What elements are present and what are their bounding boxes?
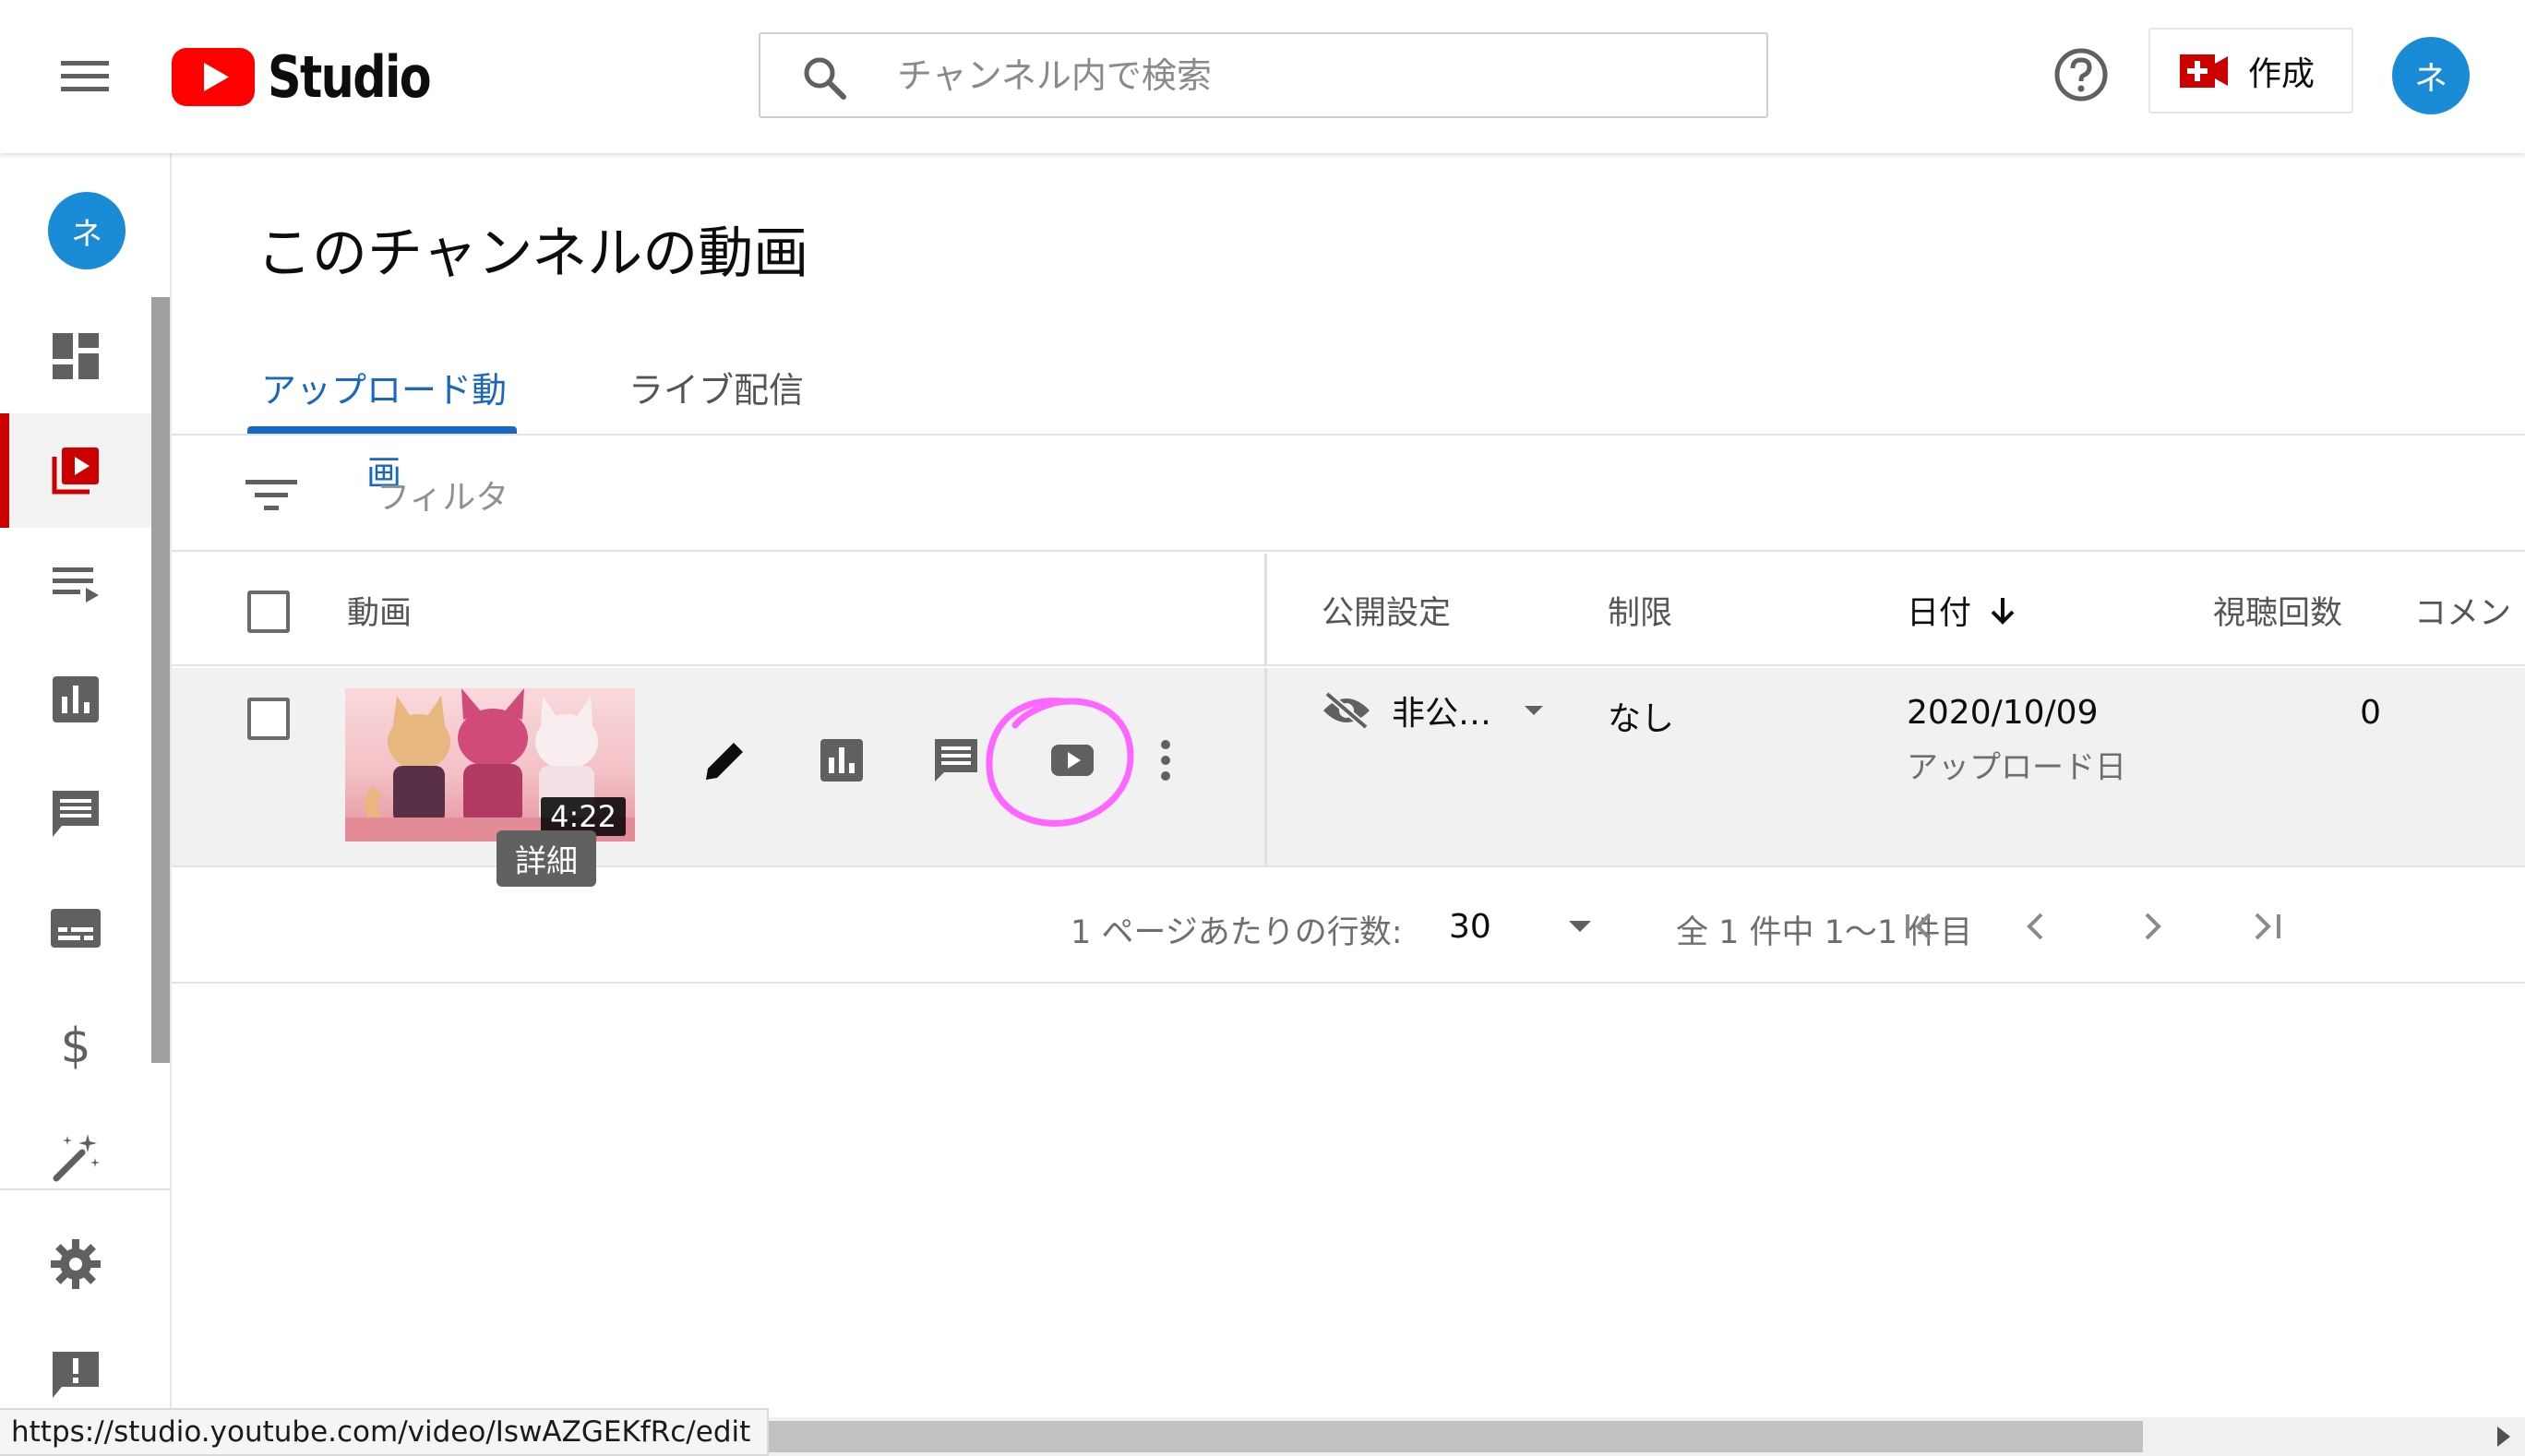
row-checkbox[interactable] (247, 698, 290, 740)
column-header-comments[interactable]: コメン (2414, 587, 2511, 634)
tooltip-text: 詳細 (515, 843, 578, 880)
rows-per-page-value: 30 (1449, 907, 1491, 946)
youtube-studio-logo[interactable]: Studio (172, 42, 466, 111)
video-library-icon (52, 448, 99, 495)
arrow-down-icon (1991, 597, 2015, 625)
create-label: 作成 (2248, 54, 2316, 93)
analytics-icon (53, 676, 99, 722)
visibility-dropdown[interactable]: 非公… (1322, 686, 1545, 734)
column-header-date[interactable]: 日付 (1907, 587, 2019, 634)
comment-icon (935, 739, 977, 782)
page-title: このチャンネルの動画 (257, 221, 809, 286)
sidebar-item-dashboard[interactable] (0, 299, 151, 413)
create-video-icon (2180, 54, 2228, 88)
create-button[interactable]: 作成 (2148, 28, 2353, 113)
playlist-icon (53, 567, 99, 603)
help-icon (2054, 48, 2108, 101)
sidebar-item-analytics[interactable] (0, 642, 151, 757)
analytics-button[interactable] (805, 723, 879, 797)
column-divider (1264, 668, 1267, 867)
sidebar-item-playlists[interactable] (0, 528, 151, 642)
comment-icon (53, 791, 99, 837)
prev-page-button[interactable] (2006, 897, 2065, 956)
date-header-label: 日付 (1907, 595, 1972, 632)
visibility-off-icon (1323, 692, 1370, 729)
active-tab-indicator (247, 426, 517, 434)
chevron-left-icon (2027, 913, 2043, 940)
tab-live[interactable]: ライブ配信 (615, 349, 818, 432)
feedback-icon (53, 1352, 99, 1398)
analytics-icon (820, 739, 863, 782)
filter-icon[interactable] (245, 472, 297, 519)
first-page-button[interactable] (1890, 897, 1949, 956)
next-page-button[interactable] (2123, 897, 2182, 956)
last-page-icon (2255, 913, 2280, 940)
search-icon (804, 57, 846, 100)
dollar-icon: $ (60, 1019, 90, 1069)
chevron-right-icon (2145, 913, 2161, 940)
logo-text: Studio (268, 42, 432, 111)
help-button[interactable] (2052, 46, 2110, 103)
date-value: 2020/10/09 (1907, 694, 2099, 732)
column-header-video: 動画 (347, 595, 413, 632)
video-thumbnail[interactable]: 4:22 (345, 688, 635, 841)
svg-text:$: $ (60, 1019, 90, 1069)
column-header-views[interactable]: 視聴回数 (2213, 587, 2342, 634)
tab-uploads[interactable]: アップロード動画 (247, 349, 521, 494)
status-bar-url: https://studio.youtube.com/video/IswAZGE… (0, 1408, 770, 1456)
sidebar-scrollbar[interactable] (151, 297, 170, 1063)
column-header-restrictions[interactable]: 制限 (1608, 587, 1672, 634)
sidebar-item-monetization[interactable]: $ (0, 985, 151, 1100)
column-divider (1264, 554, 1267, 666)
filter-placeholder: フィルタ (377, 479, 509, 517)
details-tooltip: 詳細 (497, 830, 596, 887)
last-page-button[interactable] (2237, 897, 2296, 956)
hamburger-menu-button[interactable] (48, 46, 122, 107)
account-avatar[interactable]: ネ (2392, 37, 2470, 114)
table-header-row: 動画 公開設定 制限 日付 視聴回数 コメン (172, 554, 2525, 666)
channel-search-box[interactable]: チャンネル内で検索 (759, 32, 1768, 118)
youtube-logo-icon (172, 47, 255, 106)
visibility-value: 非公… (1392, 695, 1492, 733)
column-header-visibility[interactable]: 公開設定 (1322, 587, 1451, 634)
sidebar-item-subtitles[interactable] (0, 871, 151, 985)
dashboard-icon (53, 333, 99, 379)
scroll-right-arrow-icon[interactable] (2494, 1425, 2514, 1449)
gear-icon (51, 1239, 101, 1289)
top-app-bar: Studio チャンネル内で検索 作成 ネ (0, 0, 2525, 153)
filter-bar[interactable]: フィルタ (172, 436, 2525, 552)
channel-avatar[interactable]: ネ (48, 192, 126, 269)
pencil-icon (706, 743, 743, 780)
details-button[interactable] (688, 723, 762, 797)
sidebar-item-customization[interactable] (0, 1100, 151, 1214)
left-nav-sidebar: ネ $ (0, 153, 172, 1417)
more-vert-icon (1161, 740, 1170, 781)
rows-per-page-label: 1 ページあたりの行数: (1071, 914, 1403, 951)
main-content: このチャンネルの動画 アップロード動画 ライブ配信 フィルタ 動画 公開設定 制… (172, 153, 2525, 1417)
sidebar-item-comments[interactable] (0, 757, 151, 871)
magic-wand-icon (53, 1134, 100, 1182)
date-subtext: アップロード日 (1907, 749, 2126, 786)
restrictions-value: なし (1608, 700, 1675, 738)
sidebar-item-content[interactable] (0, 413, 151, 528)
first-page-icon (1906, 913, 1932, 940)
sidebar-divider (0, 1188, 170, 1190)
search-placeholder: チャンネル内で検索 (897, 55, 1212, 96)
horizontal-scrollbar-thumb[interactable] (692, 1421, 2143, 1452)
dropdown-arrow-icon (1568, 921, 1591, 932)
dropdown-arrow-icon (1525, 706, 1544, 715)
hamburger-menu-icon (61, 61, 109, 91)
highlight-annotation-circle (986, 698, 1134, 827)
views-value: 0 (2360, 694, 2381, 732)
more-options-button[interactable] (1143, 723, 1189, 797)
select-all-checkbox[interactable] (247, 591, 290, 633)
subtitles-icon (51, 909, 101, 948)
sidebar-item-settings[interactable] (0, 1207, 151, 1321)
